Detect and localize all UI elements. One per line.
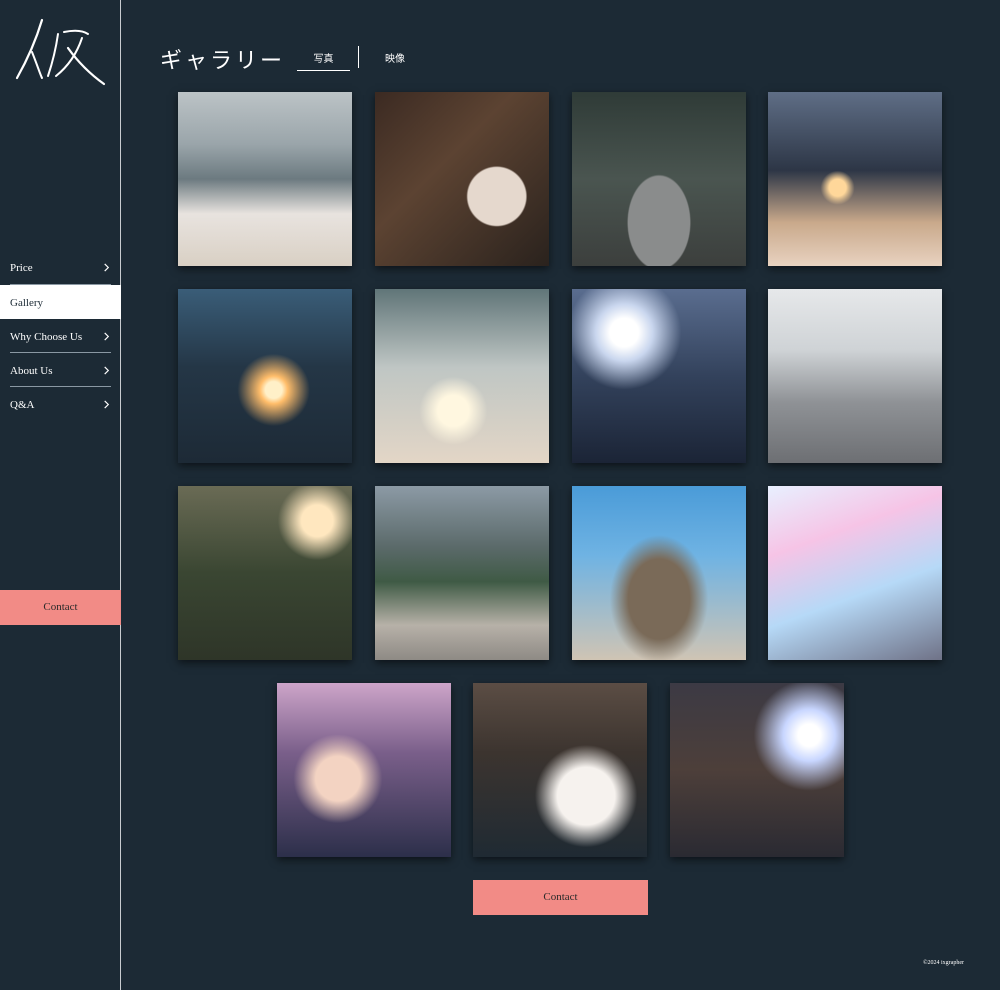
gallery-photo[interactable]: [572, 289, 746, 463]
nav-item-label: Price: [10, 262, 33, 274]
gallery-photo[interactable]: [572, 92, 746, 266]
nav-item-about-us[interactable]: About Us: [0, 353, 121, 387]
gallery-photo[interactable]: [473, 683, 647, 857]
chevron-right-icon: [104, 332, 110, 341]
nav-item-label: Why Choose Us: [10, 331, 83, 343]
nav-item-why-choose-us[interactable]: Why Choose Us: [0, 319, 121, 353]
gallery-photo[interactable]: [375, 289, 549, 463]
gallery-photo[interactable]: [768, 289, 942, 463]
gallery-photo[interactable]: [375, 486, 549, 660]
gallery-photo[interactable]: [277, 683, 451, 857]
copyright-text: ©2024 ixgrapher: [922, 960, 964, 966]
chevron-right-icon: [104, 400, 110, 409]
logo-mark-icon: [15, 18, 106, 86]
tab-photos[interactable]: 写真: [297, 50, 350, 71]
chevron-right-icon: [104, 263, 110, 272]
gallery-photo[interactable]: [768, 92, 942, 266]
gallery-photo[interactable]: [768, 486, 942, 660]
sidebar-nav: Price Gallery Why Choose Us About Us Q&A: [0, 251, 121, 421]
gallery-photo[interactable]: [572, 486, 746, 660]
brand-logo[interactable]: [12, 12, 108, 92]
gallery-photo[interactable]: [178, 289, 352, 463]
sidebar: Price Gallery Why Choose Us About Us Q&A…: [0, 0, 121, 990]
sidebar-contact-button[interactable]: Contact: [0, 590, 121, 625]
nav-item-label: About Us: [10, 365, 53, 377]
nav-item-qa[interactable]: Q&A: [0, 387, 121, 421]
tab-videos[interactable]: 映像: [385, 50, 405, 65]
nav-item-label: Gallery: [10, 297, 43, 309]
contact-button[interactable]: Contact: [473, 880, 648, 915]
nav-item-gallery[interactable]: Gallery: [0, 285, 121, 319]
gallery-photo[interactable]: [670, 683, 844, 857]
chevron-right-icon: [104, 366, 110, 375]
page-title: ギャラリー: [160, 48, 286, 73]
gallery-photo[interactable]: [178, 92, 352, 266]
nav-item-label: Q&A: [10, 399, 35, 411]
nav-item-price[interactable]: Price: [0, 251, 121, 285]
tab-divider: [358, 46, 359, 68]
gallery-photo[interactable]: [178, 486, 352, 660]
gallery-photo[interactable]: [375, 92, 549, 266]
